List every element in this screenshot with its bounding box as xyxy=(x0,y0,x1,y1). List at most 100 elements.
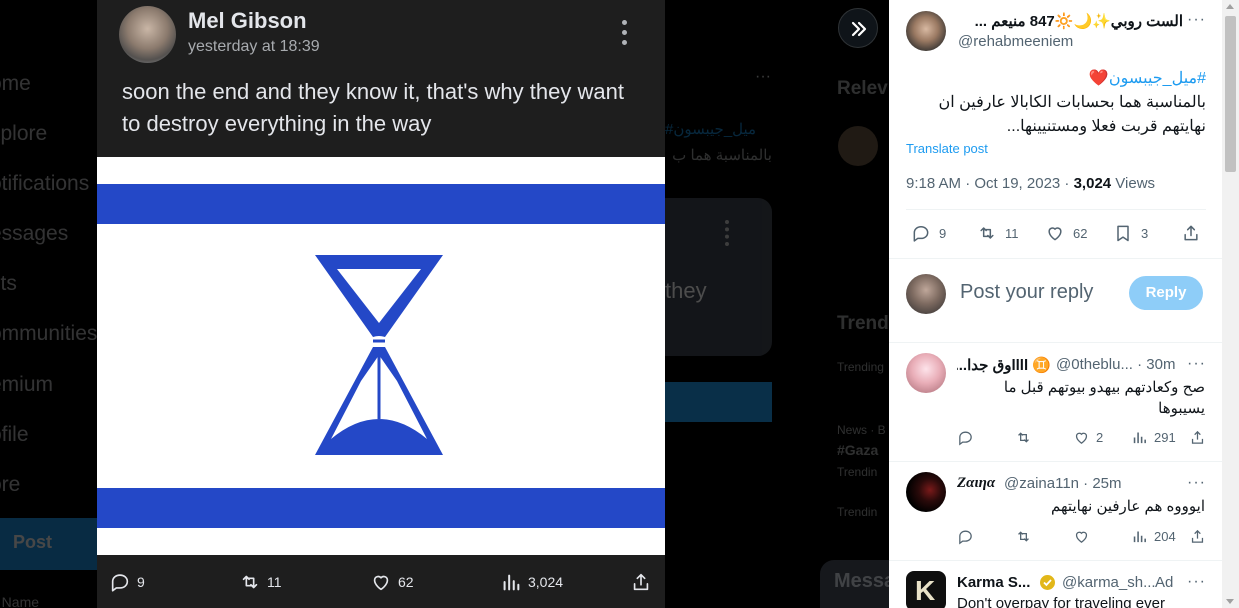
reply1-share-button[interactable] xyxy=(1189,429,1206,446)
reply1-name[interactable]: ♊ llllوق جدا... xyxy=(957,356,1051,374)
reply2-like-button[interactable] xyxy=(1073,528,1090,545)
bookmark-icon xyxy=(1117,225,1129,242)
main-author-handle[interactable]: @rehabmeeniem xyxy=(958,33,1073,50)
more-options-icon[interactable] xyxy=(617,20,631,50)
reply3-avatar[interactable]: K xyxy=(906,571,946,608)
viewer-action-bar: 9 11 62 3,024 xyxy=(97,562,665,602)
main-like-button[interactable]: 62 xyxy=(1045,223,1087,243)
bg-trends-heading: Trend xyxy=(837,313,889,334)
panel-scrollbar[interactable] xyxy=(1222,0,1239,608)
main-author-avatar[interactable] xyxy=(906,11,946,51)
main-more-icon[interactable]: ··· xyxy=(1187,11,1206,29)
reply1-like-count: 2 xyxy=(1096,430,1104,445)
main-bookmark-button[interactable]: 3 xyxy=(1113,223,1148,243)
main-repost-button[interactable]: 11 xyxy=(977,223,1019,243)
verified-gold-icon xyxy=(1040,575,1055,590)
main-share-button[interactable] xyxy=(1181,223,1201,243)
heart-icon xyxy=(1048,227,1062,241)
nav-explore[interactable]: xplore xyxy=(0,122,47,146)
author-avatar[interactable] xyxy=(119,6,176,63)
viewer-repost-button[interactable]: 11 xyxy=(239,562,282,602)
reply1-avatar[interactable] xyxy=(906,353,946,393)
repost-icon xyxy=(1018,432,1029,443)
bg-trending-3: Trendin xyxy=(837,505,878,519)
reply1-line2: يسيبوها xyxy=(1158,400,1205,417)
nav-messages[interactable]: essages xyxy=(0,222,68,246)
bg-gaza: #Gaza xyxy=(837,442,879,458)
viewer-reply-count: 9 xyxy=(137,574,145,590)
main-bookmark-count: 3 xyxy=(1141,225,1149,241)
bg-news: News · B xyxy=(837,423,886,437)
viewer-repost-count: 11 xyxy=(267,574,282,590)
expand-panel-button[interactable] xyxy=(838,8,878,48)
scroll-down-icon[interactable] xyxy=(1226,599,1234,604)
post-image-flag[interactable] xyxy=(97,157,665,555)
main-text-line2: نهايتهم قربت فعلا ومستنيينها... xyxy=(1006,118,1206,135)
divider xyxy=(889,258,1222,259)
bg-blue-banner xyxy=(665,382,772,422)
heart-emoji-icon: ❤️ xyxy=(1088,70,1109,87)
reply3-handle[interactable]: @karma_sh... xyxy=(1062,574,1156,591)
ad-label: Ad xyxy=(1155,574,1174,591)
reply2-repost-button[interactable] xyxy=(1015,528,1032,545)
reply1-repost-button[interactable] xyxy=(1015,429,1032,446)
reply2-handle[interactable]: @zaina11n · 25m xyxy=(1004,475,1122,492)
nav-premium[interactable]: emium xyxy=(0,373,53,397)
translate-post-link[interactable]: Translate post xyxy=(906,141,988,156)
bg-messages-drawer: Messa xyxy=(820,560,895,608)
reply3-more-icon[interactable]: ··· xyxy=(1187,573,1206,591)
main-reply-button[interactable]: 9 xyxy=(911,223,946,243)
reply1-views-count: 291 xyxy=(1154,430,1176,445)
reply-submit-button[interactable]: Reply xyxy=(1129,276,1203,310)
hourglass-star-icon xyxy=(315,255,443,455)
main-hashtag[interactable]: #ميل_جيبسون xyxy=(1109,70,1206,87)
reply2-views-button[interactable]: 204 xyxy=(1131,528,1176,545)
nav-notifications[interactable]: otifications xyxy=(0,172,89,196)
reply2-text: ايوووه هم عارفين نهايتهم xyxy=(1051,498,1205,515)
nav-communities[interactable]: ommunities xyxy=(0,322,97,346)
nav-account-name[interactable]: 1 Name xyxy=(0,594,39,608)
reply2-more-icon[interactable]: ··· xyxy=(1187,474,1206,492)
reply3-name[interactable]: Karma S... xyxy=(957,574,1030,591)
scroll-thumb[interactable] xyxy=(1225,16,1236,172)
nav-lists[interactable]: sts xyxy=(0,272,17,296)
viewer-like-button[interactable]: 62 xyxy=(370,562,414,602)
reply1-like-button[interactable]: 2 xyxy=(1073,429,1103,446)
viewer-like-count: 62 xyxy=(398,574,414,590)
divider xyxy=(889,560,1222,561)
views-icon xyxy=(503,574,520,591)
viewer-share-button[interactable] xyxy=(630,562,652,602)
share-icon xyxy=(633,573,649,591)
reply2-reply-button[interactable] xyxy=(957,528,974,545)
reply2-name[interactable]: Zαιηα xyxy=(957,475,995,492)
reply1-line1: صح وكعادتهم بيهدو بيوتهم قبل ما xyxy=(1003,379,1205,396)
bg-arabic-text: بالمناسبة هما ب xyxy=(672,147,772,164)
reply2-avatar[interactable] xyxy=(906,472,946,512)
reply1-more-icon[interactable]: ··· xyxy=(1187,355,1206,373)
nav-more[interactable]: ore xyxy=(0,473,20,497)
reply-icon xyxy=(913,226,929,242)
reply1-reply-button[interactable] xyxy=(957,429,974,446)
main-time-text[interactable]: 9:18 AM · Oct 19, 2023 · xyxy=(906,175,1074,192)
reply2-share-button[interactable] xyxy=(1189,528,1206,545)
current-user-avatar[interactable] xyxy=(906,274,946,314)
bg-trending-1: Trending xyxy=(837,360,884,374)
share-icon xyxy=(1184,225,1198,241)
main-views-label: Views xyxy=(1111,175,1156,192)
reply1-views-button[interactable]: 291 xyxy=(1131,429,1176,446)
divider xyxy=(906,209,1206,210)
nav-profile[interactable]: ofile xyxy=(0,423,29,447)
viewer-reply-button[interactable]: 9 xyxy=(109,562,145,602)
author-name[interactable]: Mel Gibson xyxy=(188,8,307,34)
bg-avatar xyxy=(838,126,878,166)
reply-input[interactable]: Post your reply xyxy=(960,281,1093,304)
scroll-up-icon[interactable] xyxy=(1226,4,1234,9)
views-icon xyxy=(1133,432,1146,444)
reply1-handle[interactable]: @0theblu... · 30m xyxy=(1056,356,1175,373)
nav-home[interactable]: ome xyxy=(0,72,31,96)
heart-icon xyxy=(373,575,389,591)
double-chevron-right-icon xyxy=(851,21,867,37)
reply-icon xyxy=(111,574,129,592)
main-author-name[interactable]: الست روبي✨🌙🔆847 منيعم ... xyxy=(957,12,1183,30)
viewer-views-button[interactable]: 3,024 xyxy=(500,562,563,602)
